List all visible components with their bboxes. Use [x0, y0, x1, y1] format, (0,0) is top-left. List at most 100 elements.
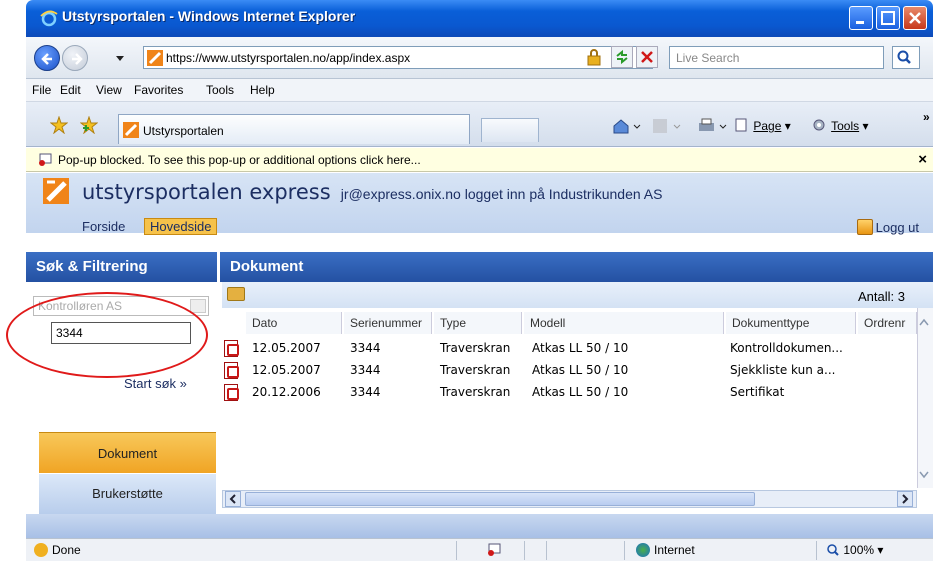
site-favicon-icon [123, 122, 139, 138]
brand-header: utstyrsportalen express jr@express.onix.… [82, 179, 662, 205]
dokument-button[interactable]: Dokument [39, 432, 216, 473]
home-icon[interactable] [612, 118, 642, 137]
status-bar: Done Internet 100% ▾ [26, 538, 933, 561]
back-button[interactable] [34, 45, 60, 71]
page-icon [735, 118, 747, 132]
menu-edit[interactable]: Edit [60, 83, 81, 97]
menu-help[interactable]: Help [250, 83, 275, 97]
status-divider [816, 541, 817, 560]
address-input[interactable]: https://www.utstyrsportalen.no/app/index… [143, 46, 653, 69]
status-done: Done [34, 543, 81, 557]
scroll-left-icon[interactable] [225, 491, 241, 507]
minimize-icon [856, 21, 864, 24]
horizontal-scrollbar[interactable] [222, 490, 917, 508]
popup-blocked-bar[interactable]: Pop-up blocked. To see this pop-up or ad… [26, 148, 933, 172]
logout-link[interactable]: Logg ut [856, 219, 919, 235]
vertical-scrollbar[interactable] [917, 308, 933, 488]
pdf-icon[interactable] [224, 340, 239, 357]
cell-type: Traverskran [440, 385, 511, 399]
cell-serienummer: 3344 [350, 385, 381, 399]
scrollbar-thumb[interactable] [245, 492, 755, 506]
menu-file[interactable]: File [32, 83, 51, 97]
live-search-input[interactable]: Live Search [669, 46, 884, 69]
column-dokumenttype[interactable]: Dokumenttype [726, 312, 856, 334]
print-icon[interactable] [698, 118, 728, 137]
more-chevron-icon[interactable]: » [923, 110, 930, 124]
popup-blocked-icon[interactable] [486, 543, 502, 557]
zone-label: Internet [654, 543, 695, 557]
zoom-level: 100% [843, 543, 875, 557]
cell-dato: 12.05.2007 [252, 363, 321, 377]
brukerstotte-button[interactable]: Brukerstøtte [39, 474, 216, 514]
refresh-button[interactable] [611, 46, 633, 68]
status-divider [624, 541, 625, 560]
popup-message: Pop-up blocked. To see this pop-up or ad… [58, 153, 421, 167]
pdf-icon[interactable] [224, 384, 239, 401]
start-search-link[interactable]: Start søk » [124, 376, 187, 391]
favorites-star-icon[interactable] [50, 116, 68, 134]
ie-logo-icon [40, 10, 58, 27]
add-favorites-icon[interactable] [80, 116, 98, 134]
zoom-icon [827, 544, 839, 556]
history-dropdown-icon[interactable] [116, 56, 124, 61]
scroll-right-icon[interactable] [897, 491, 913, 507]
cell-modell: Atkas LL 50 / 10 [532, 363, 629, 377]
column-modell[interactable]: Modell [524, 312, 724, 334]
cell-serienummer: 3344 [350, 341, 381, 355]
brand-logo-icon [43, 178, 69, 204]
column-type[interactable]: Type [434, 312, 522, 334]
column-dato[interactable]: Dato [246, 312, 342, 334]
brand-name: utstyrsportalen express [82, 180, 331, 204]
tab-utstyrsportalen[interactable]: Utstyrsportalen [118, 114, 470, 144]
scroll-up-icon[interactable] [917, 316, 933, 332]
menu-bar: File Edit View Favorites Tools Help [26, 79, 933, 102]
tools-menu-label: Tools [831, 119, 860, 133]
column-ordrenr[interactable]: Ordrenr [858, 312, 917, 334]
maximize-button[interactable] [876, 6, 900, 30]
menu-view[interactable]: View [96, 83, 122, 97]
url-text: https://www.utstyrsportalen.no/app/index… [166, 51, 411, 65]
close-window-button[interactable] [903, 6, 927, 30]
app-footer [26, 514, 933, 538]
search-button[interactable] [892, 46, 920, 69]
tab-label: Utstyrsportalen [143, 124, 224, 138]
chevron-down-icon[interactable] [190, 299, 206, 313]
pdf-icon[interactable] [224, 362, 239, 379]
table-row[interactable]: 20.12.2006 3344 Traverskran Atkas LL 50 … [222, 382, 917, 403]
zoom-control[interactable]: 100% ▾ [826, 543, 883, 557]
app-header: utstyrsportalen express jr@express.onix.… [26, 173, 933, 235]
table-row[interactable]: 12.05.2007 3344 Traverskran Atkas LL 50 … [222, 360, 917, 381]
lock-icon[interactable] [585, 48, 603, 66]
scroll-down-icon[interactable] [917, 468, 933, 484]
stop-icon [641, 51, 653, 63]
new-tab-button[interactable] [481, 118, 539, 142]
menu-tools[interactable]: Tools [206, 83, 234, 97]
popup-close-button[interactable]: × [918, 151, 927, 168]
close-icon [909, 12, 921, 24]
stop-button[interactable] [636, 46, 658, 68]
site-favicon-icon [147, 50, 163, 66]
documents-heading: Dokument [220, 252, 933, 282]
security-zone[interactable]: Internet [636, 543, 695, 557]
tab-bar: Utstyrsportalen Page ▾ Tools ▾ » [26, 102, 933, 147]
nav-hovedside[interactable]: Hovedside [144, 218, 218, 235]
nav-forside[interactable]: Forside [82, 219, 125, 234]
table-row[interactable]: 12.05.2007 3344 Traverskran Atkas LL 50 … [222, 338, 917, 359]
back-arrow-icon [41, 53, 52, 65]
feeds-icon[interactable] [652, 118, 682, 137]
forward-button[interactable] [62, 45, 88, 71]
page-menu[interactable]: Page ▾ [734, 118, 791, 133]
cell-dato: 12.05.2007 [252, 341, 321, 355]
open-folder-icon[interactable] [227, 287, 245, 301]
cell-dokumenttype: Kontrolldokumen... [730, 341, 843, 355]
status-divider [546, 541, 547, 560]
status-divider [456, 541, 457, 560]
menu-favorites[interactable]: Favorites [134, 83, 183, 97]
cell-dokumenttype: Sertifikat [730, 385, 785, 399]
column-serienummer[interactable]: Serienummer [344, 312, 432, 334]
logout-icon [856, 219, 873, 235]
address-bar: https://www.utstyrsportalen.no/app/index… [26, 37, 933, 79]
minimize-button[interactable] [849, 6, 873, 30]
filter-heading: Søk & Filtrering [26, 252, 217, 282]
tools-menu[interactable]: Tools ▾ [812, 118, 869, 133]
